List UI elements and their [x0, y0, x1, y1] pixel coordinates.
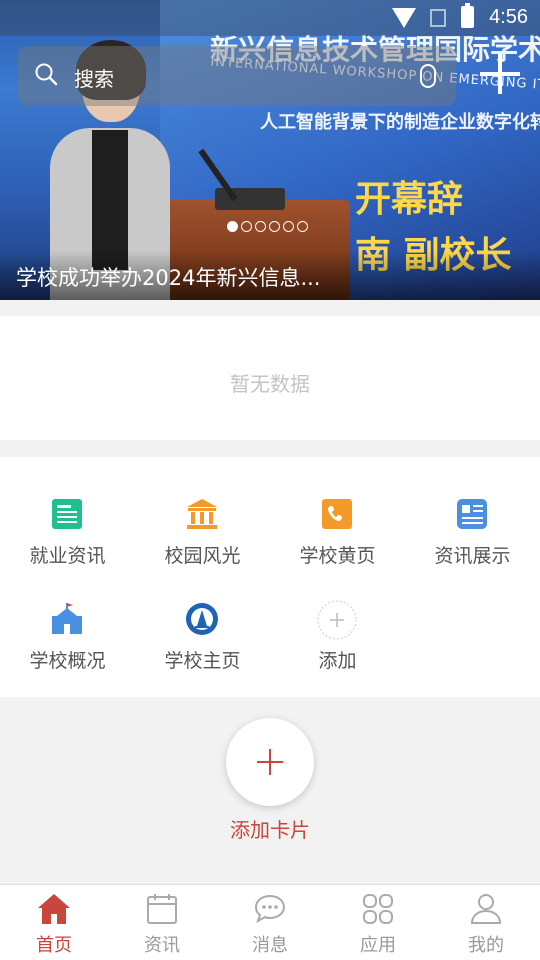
wifi-icon: [392, 8, 416, 28]
news-doc-icon: [52, 499, 82, 529]
carousel-dot: [283, 221, 294, 232]
tab-profile[interactable]: 我的: [432, 885, 540, 960]
app-school-yellow-pages[interactable]: 学校黄页: [270, 457, 405, 567]
app-school-homepage[interactable]: 学校主页: [135, 562, 270, 672]
app-news-display[interactable]: 资讯展示: [405, 457, 540, 567]
app-school-overview[interactable]: 学校概况: [0, 562, 135, 672]
app-label: 资讯展示: [434, 545, 511, 567]
app-employment-news[interactable]: 就业资讯: [0, 457, 135, 567]
app-label: 添加: [318, 650, 357, 672]
app-label: 学校主页: [164, 650, 241, 672]
search-icon: [35, 63, 58, 86]
carousel-indicator: [227, 221, 308, 233]
battery-icon: [461, 3, 474, 28]
tab-label: 资讯: [144, 935, 180, 956]
calendar-icon: [147, 894, 177, 924]
bottom-tab-bar: 首页 资讯 消息 应用 我的: [0, 884, 540, 960]
empty-text: 暂无数据: [230, 372, 310, 396]
carousel-dot: [227, 221, 238, 232]
carousel-dot: [255, 221, 266, 232]
tab-label: 首页: [36, 935, 72, 956]
news-card-icon: [457, 499, 487, 529]
building-icon: [187, 499, 217, 529]
tab-label: 消息: [252, 935, 288, 956]
signal-icon: [430, 9, 446, 27]
tab-home[interactable]: 首页: [0, 885, 108, 960]
tab-messages[interactable]: 消息: [216, 885, 324, 960]
banner-sign-theme: 人工智能背景下的制造企业数字化转型: [260, 112, 540, 133]
tab-label: 应用: [360, 935, 396, 956]
microphone-icon[interactable]: [420, 64, 436, 88]
user-icon: [470, 894, 502, 924]
apps-icon: [363, 894, 393, 924]
tab-label: 我的: [468, 935, 504, 956]
app-add[interactable]: 添加: [270, 562, 405, 672]
carousel-dot: [241, 221, 252, 232]
phone-book-icon: [322, 499, 352, 529]
tab-news[interactable]: 资讯: [108, 885, 216, 960]
school-icon: [52, 603, 82, 634]
home-icon: [38, 894, 70, 924]
school-logo-icon: [186, 603, 218, 635]
status-bar: 4:56: [0, 0, 540, 36]
banner-sign-big-1: 开幕辞: [355, 179, 464, 220]
search-label: 搜索: [74, 67, 114, 91]
plus-icon[interactable]: [480, 54, 520, 94]
tab-apps[interactable]: 应用: [324, 885, 432, 960]
add-card-button[interactable]: [226, 718, 314, 806]
app-label: 学校概况: [29, 650, 106, 672]
news-banner[interactable]: 新兴信息技术管理国际学术研讨会 INTERNATIONAL WORKSHOP O…: [0, 0, 540, 300]
app-campus-scenery[interactable]: 校园风光: [135, 457, 270, 567]
add-card-label[interactable]: 添加卡片: [0, 814, 540, 843]
carousel-dot: [269, 221, 280, 232]
status-time: 4:56: [489, 6, 528, 28]
banner-caption[interactable]: 学校成功举办2024年新兴信息...: [16, 262, 320, 292]
search-bar[interactable]: 搜索: [18, 46, 456, 106]
add-icon: [317, 600, 357, 640]
empty-section: 暂无数据: [0, 316, 540, 440]
chat-icon: [254, 894, 286, 924]
apps-grid: 就业资讯 校园风光 学校黄页 资讯展示 学校概况 学校主页 添加: [0, 457, 540, 697]
carousel-dot: [297, 221, 308, 232]
